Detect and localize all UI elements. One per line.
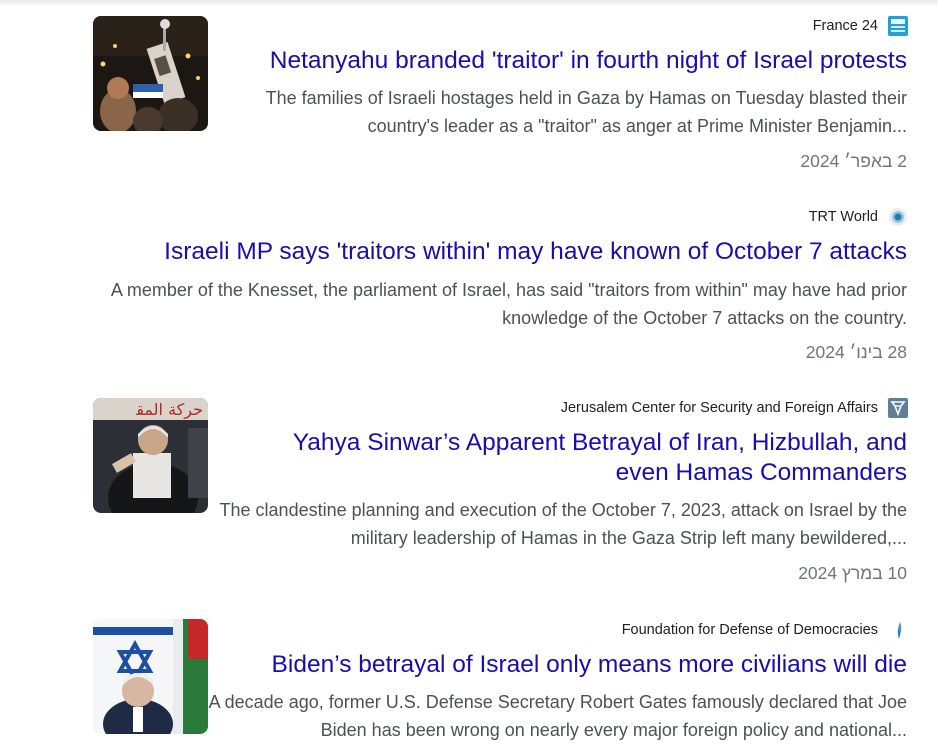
source-name: France 24	[812, 18, 878, 34]
result-source[interactable]: Jerusalem Center for Security and Foreig…	[561, 398, 908, 418]
snippet-line: knowledge of the October 7 attacks on th…	[502, 307, 907, 328]
result-headline-link[interactable]: Yahya Sinwar’s Apparent Betrayal of Iran…	[293, 428, 907, 488]
snippet-line: The families of Israeli hostages held in…	[265, 88, 907, 108]
result-snippet: The families of Israeli hostages held in…	[266, 85, 907, 140]
france24-logo-icon	[888, 16, 908, 36]
result-source[interactable]: TRT World	[809, 207, 908, 227]
result-thumbnail-sinwar[interactable]: ﺣﺮﻛﺔ ﺍﻟﻤﻘ	[93, 398, 208, 513]
result-source[interactable]: France 24	[813, 16, 908, 36]
news-result[interactable]: France 24 Netanyahu branded 'traitor' in…	[0, 0, 938, 190]
headline-line: Yahya Sinwar’s Apparent Betrayal of Iran…	[292, 429, 907, 456]
headline-line: even Hamas Commanders	[615, 459, 907, 486]
jcpa-logo-icon	[888, 398, 908, 418]
portrait-flags-photo-icon	[93, 619, 208, 734]
news-result[interactable]: ﺣﺮﻛﺔ ﺍﻟﻤﻘ Jerusalem Center for Security …	[0, 385, 938, 595]
snippet-line: country's leader as a "traitor" as anger…	[367, 115, 907, 136]
result-thumbnail-biden[interactable]	[93, 619, 208, 734]
source-name: TRT World	[808, 209, 878, 225]
portrait-photo-icon: ﺣﺮﻛﺔ ﺍﻟﻤﻘ	[93, 398, 208, 513]
snippet-line: A member of the Knesset, the parliament …	[110, 280, 907, 300]
result-snippet: The clandestine planning and execution o…	[220, 497, 907, 552]
result-snippet: A member of the Knesset, the parliament …	[111, 277, 907, 332]
source-name: Jerusalem Center for Security and Foreig…	[560, 400, 878, 416]
news-results-feed: France 24 Netanyahu branded 'traitor' in…	[0, 0, 938, 750]
trt-world-logo-icon	[888, 207, 908, 227]
protest-photo-icon	[93, 16, 208, 131]
result-thumbnail-protest[interactable]	[93, 16, 208, 131]
result-source[interactable]: Foundation for Defense of Democracies	[622, 620, 908, 640]
result-date: 10 במרץ 2024	[798, 563, 907, 583]
result-date: 28 בינו׳ 2024	[805, 342, 907, 362]
result-headline-link[interactable]: Biden’s betrayal of Israel only means mo…	[272, 650, 907, 680]
svg-text:ﺣﺮﻛﺔ ﺍﻟﻤﻘ: ﺣﺮﻛﺔ ﺍﻟﻤﻘ	[135, 400, 203, 420]
result-date: 2 באפר׳ 2024	[800, 151, 907, 171]
snippet-line: The clandestine planning and execution o…	[219, 500, 907, 520]
fdd-logo-icon	[888, 620, 908, 640]
snippet-line: military leadership of Hamas in the Gaza…	[350, 527, 907, 548]
result-headline-link[interactable]: Netanyahu branded 'traitor' in fourth ni…	[270, 46, 907, 76]
news-result[interactable]: TRT World Israeli MP says 'traitors with…	[0, 195, 938, 370]
snippet-line: A decade ago, former U.S. Defense Secret…	[208, 692, 907, 712]
source-name: Foundation for Defense of Democracies	[621, 622, 878, 638]
snippet-line: Biden has been wrong on nearly every maj…	[320, 719, 907, 740]
result-snippet: A decade ago, former U.S. Defense Secret…	[209, 689, 907, 744]
news-result[interactable]: Foundation for Defense of Democracies Bi…	[0, 605, 938, 750]
result-headline-link[interactable]: Israeli MP says 'traitors within' may ha…	[164, 237, 907, 267]
